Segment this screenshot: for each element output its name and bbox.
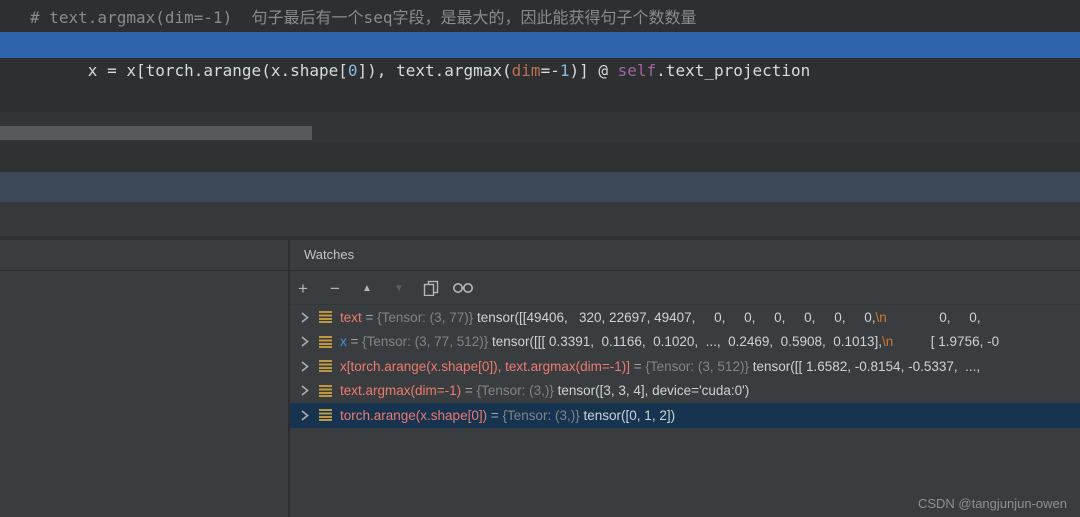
escape-sequence: \n	[875, 310, 886, 325]
chevron-right-icon[interactable]	[299, 384, 310, 397]
debugger-panel: Watches + − ▲ ▼	[0, 240, 1080, 517]
watch-row-text-content: torch.arange(x.shape[0]) = {Tensor: (3,)…	[340, 408, 675, 423]
move-watch-down-button[interactable]: ▼	[387, 276, 411, 300]
code-comment-line: # text.argmax(dim=-1) 句子最后有一个seq字段，是最大的，…	[30, 6, 696, 30]
watch-row-x-indexed[interactable]: x[torch.arange(x.shape[0]), text.argmax(…	[290, 354, 1080, 379]
horizontal-scrollbar-thumb[interactable]	[0, 126, 312, 140]
watch-value: [ 1.9756, -0	[893, 334, 999, 349]
watch-row-text[interactable]: text = {Tensor: (3, 77)} tensor([[49406,…	[290, 305, 1080, 330]
variables-pane	[0, 272, 288, 517]
code-editor[interactable]: # text.argmax(dim=-1) 句子最后有一个seq字段，是最大的，…	[0, 0, 1080, 143]
ide-debug-screen: # text.argmax(dim=-1) 句子最后有一个seq字段，是最大的，…	[0, 0, 1080, 517]
move-watch-up-button[interactable]: ▲	[355, 276, 379, 300]
watch-expression: x	[340, 334, 347, 349]
equals-sign: =	[362, 310, 377, 325]
watch-row-text-content: text.argmax(dim=-1) = {Tensor: (3,)} ten…	[340, 383, 749, 398]
watches-toolbar: + − ▲ ▼	[290, 272, 1080, 305]
glasses-icon	[452, 282, 474, 294]
watch-expression: text.argmax(dim=-1)	[340, 383, 461, 398]
watch-value: tensor([[49406, 320, 22697, 49407, 0, 0,…	[477, 310, 876, 325]
watch-expression: torch.arange(x.shape[0])	[340, 408, 487, 423]
watch-icon	[319, 385, 332, 397]
watch-expression: text	[340, 310, 362, 325]
copy-icon	[423, 280, 439, 296]
type-hint: {Tensor: (3, 512)}	[645, 359, 752, 374]
watch-row-text-content: x = {Tensor: (3, 77, 512)} tensor([[[ 0.…	[340, 334, 999, 349]
code-text: .text_projection	[656, 61, 810, 80]
equals-sign: =	[630, 359, 645, 374]
watch-icon	[319, 409, 332, 421]
chevron-right-icon[interactable]	[299, 409, 310, 422]
horizontal-scrollbar[interactable]	[0, 112, 1080, 143]
watch-value: tensor([[[ 0.3391, 0.1166, 0.1020, ..., …	[492, 334, 882, 349]
self-keyword: self	[618, 61, 657, 80]
csdn-watermark: CSDN @tangjunjun-owen	[918, 496, 1067, 511]
debugger-spacer-band	[0, 143, 1080, 172]
watch-row-text-content: text = {Tensor: (3, 77)} tensor([[49406,…	[340, 310, 981, 325]
escape-sequence: \n	[882, 334, 893, 349]
type-hint: {Tensor: (3, 77)}	[377, 310, 477, 325]
chevron-right-icon[interactable]	[299, 335, 310, 348]
watch-value: tensor([[ 1.6582, -0.8154, -0.5337, ...,	[753, 359, 980, 374]
add-watch-button[interactable]: +	[291, 276, 315, 300]
watch-row-argmax[interactable]: text.argmax(dim=-1) = {Tensor: (3,)} ten…	[290, 379, 1080, 404]
equals-sign: =	[347, 334, 362, 349]
watch-value: tensor([0, 1, 2])	[584, 408, 676, 423]
execution-line-highlight[interactable]: x = x[torch.arange(x.shape[0]), text.arg…	[0, 32, 1080, 58]
chevron-right-icon[interactable]	[299, 360, 310, 373]
type-hint: {Tensor: (3,)}	[477, 383, 558, 398]
code-text: x = x[torch.arange(x.shape[	[88, 61, 348, 80]
watches-pane-header: Watches	[0, 240, 1080, 271]
watch-row-text-content: x[torch.arange(x.shape[0]), text.argmax(…	[340, 359, 980, 374]
watch-value: tensor([3, 3, 4], device='cuda:0')	[558, 383, 750, 398]
watches-pane-title: Watches	[304, 247, 354, 262]
watches-list: text = {Tensor: (3, 77)} tensor([[49406,…	[290, 305, 1080, 428]
watch-icon	[319, 311, 332, 323]
watch-row-arange-selected[interactable]: torch.arange(x.shape[0]) = {Tensor: (3,)…	[290, 403, 1080, 428]
equals-sign: =	[461, 383, 476, 398]
chevron-right-icon[interactable]	[299, 311, 310, 324]
watch-row-x[interactable]: x = {Tensor: (3, 77, 512)} tensor([[[ 0.…	[290, 330, 1080, 355]
duplicate-watch-button[interactable]	[419, 276, 443, 300]
type-hint: {Tensor: (3, 77, 512)}	[362, 334, 492, 349]
named-argument: dim	[512, 61, 541, 80]
show-watches-in-variables-button[interactable]	[451, 276, 475, 300]
code-text: )] @	[569, 61, 617, 80]
watch-icon	[319, 360, 332, 372]
watch-expression: x[torch.arange(x.shape[0]), text.argmax(…	[340, 359, 630, 374]
frames-band	[0, 204, 1080, 236]
watch-icon	[319, 336, 332, 348]
equals-sign: =	[487, 408, 502, 423]
remove-watch-button[interactable]: −	[323, 276, 347, 300]
type-hint: {Tensor: (3,)}	[502, 408, 583, 423]
watch-value: 0, 0,	[887, 310, 981, 325]
number-literal: 0	[348, 61, 358, 80]
code-text: ]), text.argmax(	[358, 61, 512, 80]
watches-pane: + − ▲ ▼	[290, 272, 1080, 517]
code-text: =-	[541, 61, 560, 80]
selected-frame-row-band[interactable]	[0, 172, 1080, 202]
